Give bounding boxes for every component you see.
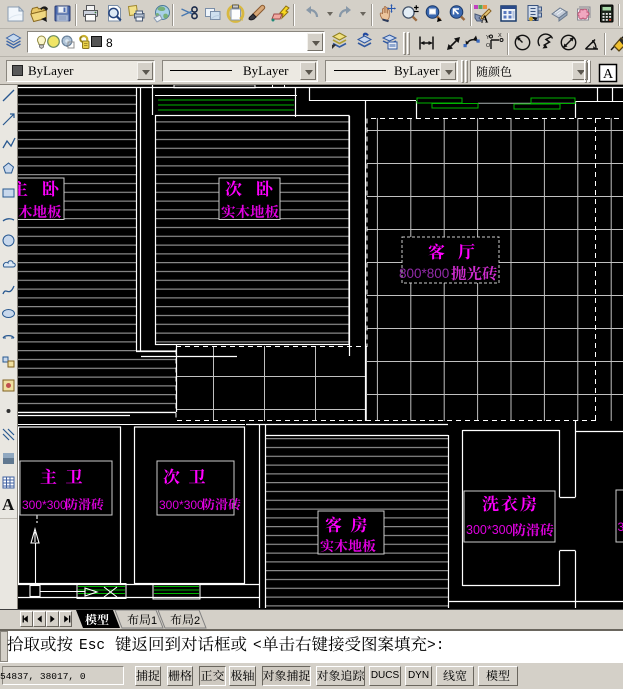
svg-text:A: A (481, 15, 489, 24)
svg-text:300*300: 300*300 (159, 498, 204, 512)
svg-text:Y: Y (486, 35, 490, 41)
svg-text:>:: >: (427, 638, 444, 654)
svg-text:X: X (498, 33, 502, 39)
svg-text:3: 3 (618, 520, 623, 534)
svg-text:A: A (603, 67, 614, 82)
svg-text:O: O (486, 43, 491, 49)
svg-text:Esc: Esc (79, 638, 105, 654)
svg-text:2: 2 (194, 615, 200, 627)
svg-text:800*800: 800*800 (399, 266, 449, 281)
svg-text:<: < (253, 638, 262, 654)
svg-text:300*300: 300*300 (466, 523, 513, 537)
svg-text:300*300: 300*300 (22, 498, 67, 512)
svg-text:1: 1 (151, 615, 157, 627)
